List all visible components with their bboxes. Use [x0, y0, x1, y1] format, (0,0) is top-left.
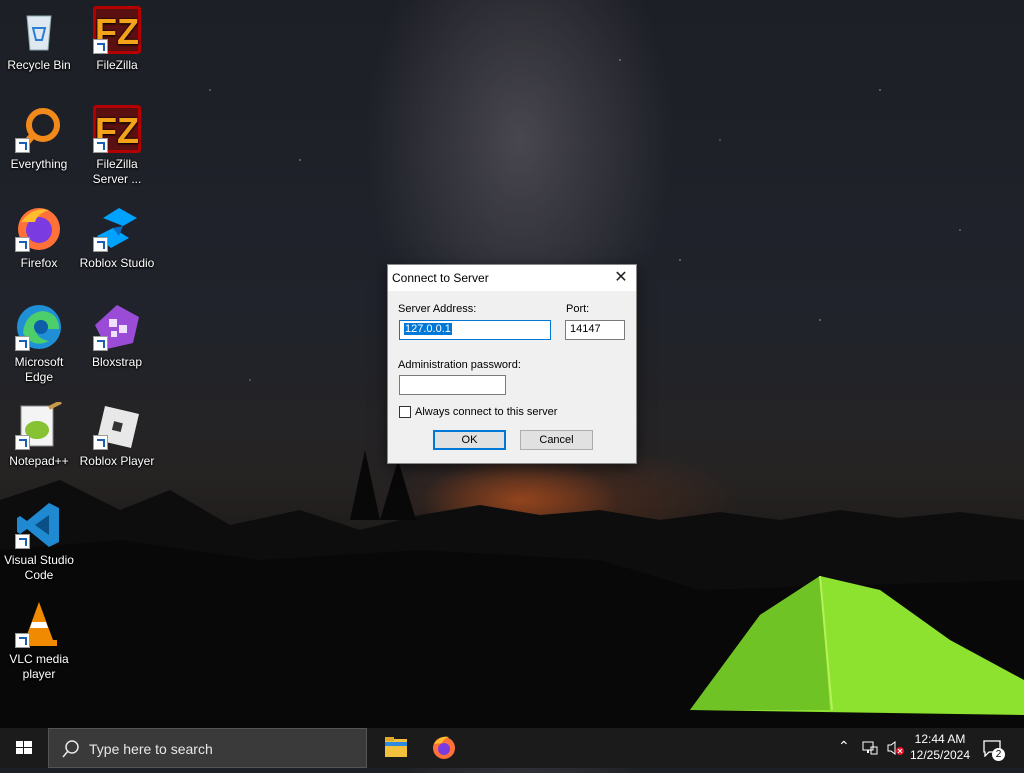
firefox-shortcut[interactable]: Firefox	[0, 204, 78, 271]
volume-muted-icon[interactable]	[886, 740, 904, 756]
vscode-label: Visual Studio Code	[4, 553, 74, 582]
roblox-studio-label: Roblox Studio	[79, 256, 155, 270]
filezilla-server-icon: FZ	[93, 105, 141, 153]
ok-button[interactable]: OK	[433, 430, 506, 450]
filezilla-label: FileZilla	[96, 58, 138, 72]
vlc-shortcut[interactable]: VLC media player	[0, 600, 78, 682]
roblox-player-shortcut[interactable]: Roblox Player	[78, 402, 156, 469]
always-connect-label[interactable]: Always connect to this server	[415, 406, 557, 418]
roblox-studio-shortcut[interactable]: Roblox Studio	[78, 204, 156, 271]
search-icon	[62, 740, 79, 758]
shortcut-arrow-icon	[15, 237, 30, 252]
start-button[interactable]	[0, 728, 48, 768]
recycle-bin-label: Recycle Bin	[7, 58, 71, 72]
notepad-plus-plus-shortcut[interactable]: Notepad++	[0, 400, 78, 469]
password-input[interactable]	[399, 375, 506, 395]
bloxstrap-icon	[93, 303, 141, 351]
windows-logo-icon	[16, 741, 32, 754]
connect-to-server-dialog: Connect to Server ✕ Server Address: 127.…	[387, 264, 637, 464]
shortcut-arrow-icon	[93, 336, 108, 351]
taskbar-clock[interactable]: 12:44 AM 12/25/2024	[908, 731, 972, 763]
network-icon[interactable]	[862, 740, 878, 756]
roblox-studio-icon	[93, 204, 141, 252]
notepad-plus-plus-label: Notepad++	[9, 454, 69, 468]
recycle-bin-shortcut[interactable]: Recycle Bin	[0, 6, 78, 73]
shortcut-arrow-icon	[15, 633, 30, 648]
shortcut-arrow-icon	[15, 138, 30, 153]
vlc-label: VLC media player	[9, 652, 69, 681]
taskbar: Type here to search ⌃ 12:44 AM 12/25/202…	[0, 728, 1024, 768]
vscode-shortcut[interactable]: Visual Studio Code	[0, 501, 78, 583]
firefox-label: Firefox	[20, 256, 58, 270]
shortcut-arrow-icon	[93, 237, 108, 252]
taskbar-search-box[interactable]: Type here to search	[48, 728, 367, 768]
search-placeholder: Type here to search	[89, 741, 213, 757]
clock-time: 12:44 AM	[914, 732, 966, 746]
vlc-cone-icon	[15, 600, 63, 648]
dialog-titlebar[interactable]: Connect to Server ✕	[388, 265, 636, 291]
notification-badge: 2	[992, 748, 1005, 761]
shortcut-arrow-icon	[93, 435, 108, 450]
shortcut-arrow-icon	[15, 336, 30, 351]
taskbar-firefox[interactable]	[420, 728, 468, 768]
clock-date: 12/25/2024	[909, 748, 971, 762]
shortcut-arrow-icon	[93, 138, 108, 153]
firefox-icon	[433, 736, 455, 759]
vscode-icon	[15, 501, 63, 549]
port-input[interactable]: 14147	[565, 320, 625, 340]
everything-label: Everything	[10, 157, 68, 171]
server-address-label: Server Address:	[398, 303, 477, 315]
folder-icon	[385, 737, 407, 757]
firefox-icon	[15, 204, 63, 252]
password-label: Administration password:	[398, 359, 521, 371]
bloxstrap-label: Bloxstrap	[91, 355, 143, 369]
filezilla-shortcut[interactable]: FZ FileZilla	[78, 6, 156, 73]
port-label: Port:	[566, 303, 590, 315]
recycle-bin-icon	[26, 15, 52, 51]
microsoft-edge-shortcut[interactable]: Microsoft Edge	[0, 303, 78, 385]
notepad-plus-plus-icon	[15, 400, 63, 450]
bloxstrap-shortcut[interactable]: Bloxstrap	[78, 303, 156, 370]
filezilla-icon: FZ	[93, 6, 141, 54]
filezilla-server-label: FileZilla Server ...	[92, 157, 142, 186]
filezilla-server-shortcut[interactable]: FZ FileZilla Server ...	[78, 105, 156, 187]
roblox-player-label: Roblox Player	[79, 454, 155, 468]
taskbar-file-explorer[interactable]	[372, 728, 420, 768]
dialog-title: Connect to Server	[392, 271, 489, 285]
desktop-icons: Recycle Bin FZ FileZilla Everything FZ F…	[0, 0, 170, 720]
notification-center-button[interactable]: 2	[980, 728, 1024, 768]
cancel-button[interactable]: Cancel	[520, 430, 593, 450]
shortcut-arrow-icon	[93, 39, 108, 54]
magnifier-icon	[15, 105, 63, 153]
shortcut-arrow-icon	[15, 534, 30, 549]
roblox-player-icon	[93, 402, 141, 450]
server-address-value: 127.0.0.1	[404, 323, 452, 335]
close-icon[interactable]: ✕	[606, 265, 636, 291]
edge-icon	[15, 303, 63, 351]
microsoft-edge-label: Microsoft Edge	[14, 355, 64, 384]
chevron-up-icon[interactable]: ⌃	[838, 738, 850, 755]
everything-shortcut[interactable]: Everything	[0, 105, 78, 172]
shortcut-arrow-icon	[15, 435, 30, 450]
always-connect-checkbox[interactable]	[399, 406, 411, 418]
server-address-input[interactable]: 127.0.0.1	[399, 320, 551, 340]
